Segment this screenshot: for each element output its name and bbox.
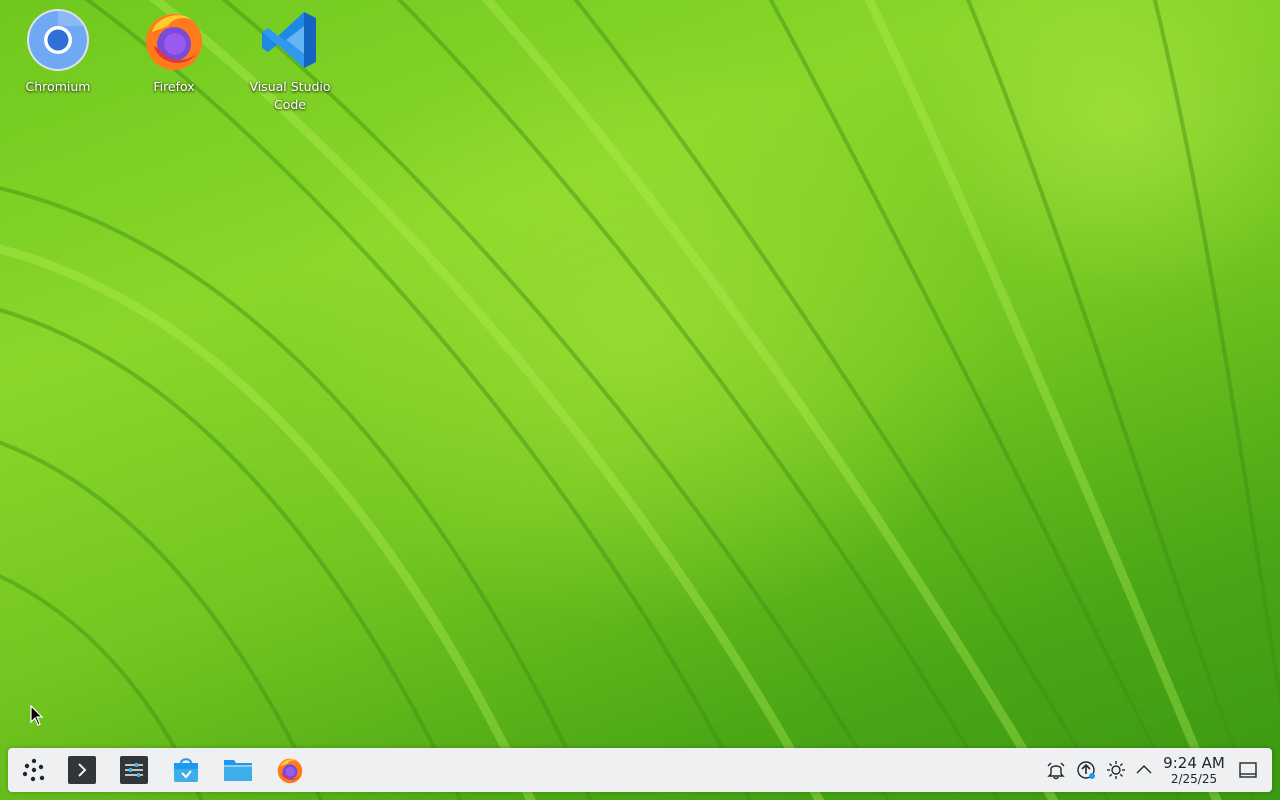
system-settings-icon (120, 756, 148, 784)
taskbar-firefox-button[interactable] (274, 754, 306, 786)
desktop-icon-chromium[interactable]: Chromium (10, 8, 106, 96)
desktop-icon-vscode[interactable]: Visual Studio Code (242, 8, 338, 114)
system-settings-button[interactable] (118, 754, 150, 786)
notifications-icon (1047, 762, 1065, 780)
desktop-icon-firefox[interactable]: Firefox (126, 8, 222, 96)
notifications-button[interactable] (1046, 760, 1066, 780)
updates-button[interactable] (1076, 760, 1096, 780)
taskbar: 9:24 AM 2/25/25 (8, 748, 1272, 792)
brightness-button[interactable] (1106, 760, 1126, 780)
wallpaper-leaf (0, 0, 1280, 800)
show-hidden-icons-button[interactable] (1134, 760, 1154, 780)
digital-clock[interactable]: 9:24 AM 2/25/25 (1158, 754, 1230, 786)
clock-time: 9:24 AM (1163, 754, 1225, 772)
show-desktop-button[interactable] (1238, 760, 1258, 780)
application-launcher-icon (22, 758, 45, 782)
vscode-icon (262, 12, 316, 68)
file-manager-icon (224, 760, 252, 781)
mouse-cursor (30, 705, 44, 726)
application-launcher-button[interactable] (18, 754, 50, 786)
software-store-icon (174, 758, 198, 782)
firefox-icon (277, 758, 303, 784)
file-manager-button[interactable] (222, 754, 254, 786)
software-store-button[interactable] (170, 754, 202, 786)
brightness-icon (1107, 761, 1125, 779)
show-desktop-icon (1239, 762, 1257, 778)
firefox-icon (146, 14, 202, 70)
chromium-icon (27, 9, 89, 71)
clock-date: 2/25/25 (1170, 772, 1218, 786)
chevron-up-icon (1136, 765, 1152, 774)
terminal-icon (68, 756, 96, 784)
terminal-button[interactable] (66, 754, 98, 786)
desktop: Chromium Firefox Visual Studio Code 9:24… (0, 0, 1280, 800)
updates-icon (1077, 761, 1095, 779)
